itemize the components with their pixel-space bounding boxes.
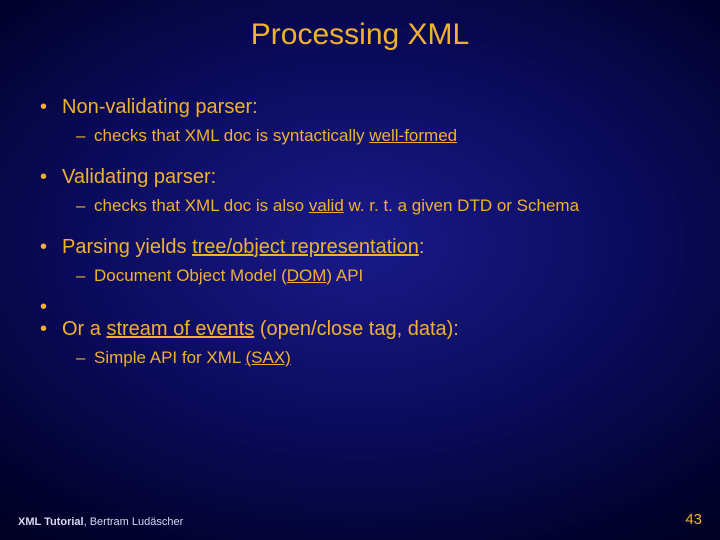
text: checks that XML doc is syntactically	[94, 126, 369, 145]
page-number: 43	[685, 511, 702, 528]
text-underline: tree/object representation	[192, 236, 419, 258]
text: checks that XML doc is also	[94, 196, 309, 215]
text: (open/close tag, data):	[254, 318, 459, 340]
bullet-non-validating: Non-validating parser:	[36, 94, 684, 121]
text: Document Object Model (	[94, 266, 287, 285]
text-underline: well-formed	[369, 126, 457, 145]
slide: Processing XML Non-validating parser: ch…	[0, 0, 720, 540]
text-underline: stream of events	[106, 318, 254, 340]
footer-title: XML Tutorial	[18, 516, 84, 528]
text-underline: (SAX)	[245, 348, 290, 367]
slide-content: Non-validating parser: checks that XML d…	[0, 52, 720, 370]
text: Simple API for XML	[94, 348, 245, 367]
bullet-validating: Validating parser:	[36, 164, 684, 191]
subbullet-sax: Simple API for XML (SAX)	[36, 347, 684, 370]
text: Parsing yields	[62, 236, 192, 258]
text: Or a	[62, 318, 106, 340]
footer-author: , Bertram Ludäscher	[84, 516, 184, 528]
text-underline: DOM	[287, 266, 327, 285]
text: w. r. t. a given DTD or Schema	[344, 196, 579, 215]
footer: XML Tutorial, Bertram Ludäscher 43	[18, 511, 702, 528]
footer-left: XML Tutorial, Bertram Ludäscher	[18, 516, 183, 528]
slide-title: Processing XML	[0, 0, 720, 52]
subbullet-dom: Document Object Model (DOM) API	[36, 265, 684, 288]
bullet-empty	[36, 294, 684, 314]
text: :	[252, 96, 258, 118]
bullet-parsing-tree: Parsing yields tree/object representatio…	[36, 234, 684, 261]
text-underline: valid	[309, 196, 344, 215]
text: Validating parser	[62, 166, 211, 188]
text: :	[211, 166, 217, 188]
text: Non-validating parser	[62, 96, 252, 118]
bullet-stream-events: Or a stream of events (open/close tag, d…	[36, 316, 684, 343]
subbullet-valid: checks that XML doc is also valid w. r. …	[36, 195, 684, 218]
text: :	[419, 236, 425, 258]
subbullet-well-formed: checks that XML doc is syntactically wel…	[36, 125, 684, 148]
text: ) API	[326, 266, 363, 285]
